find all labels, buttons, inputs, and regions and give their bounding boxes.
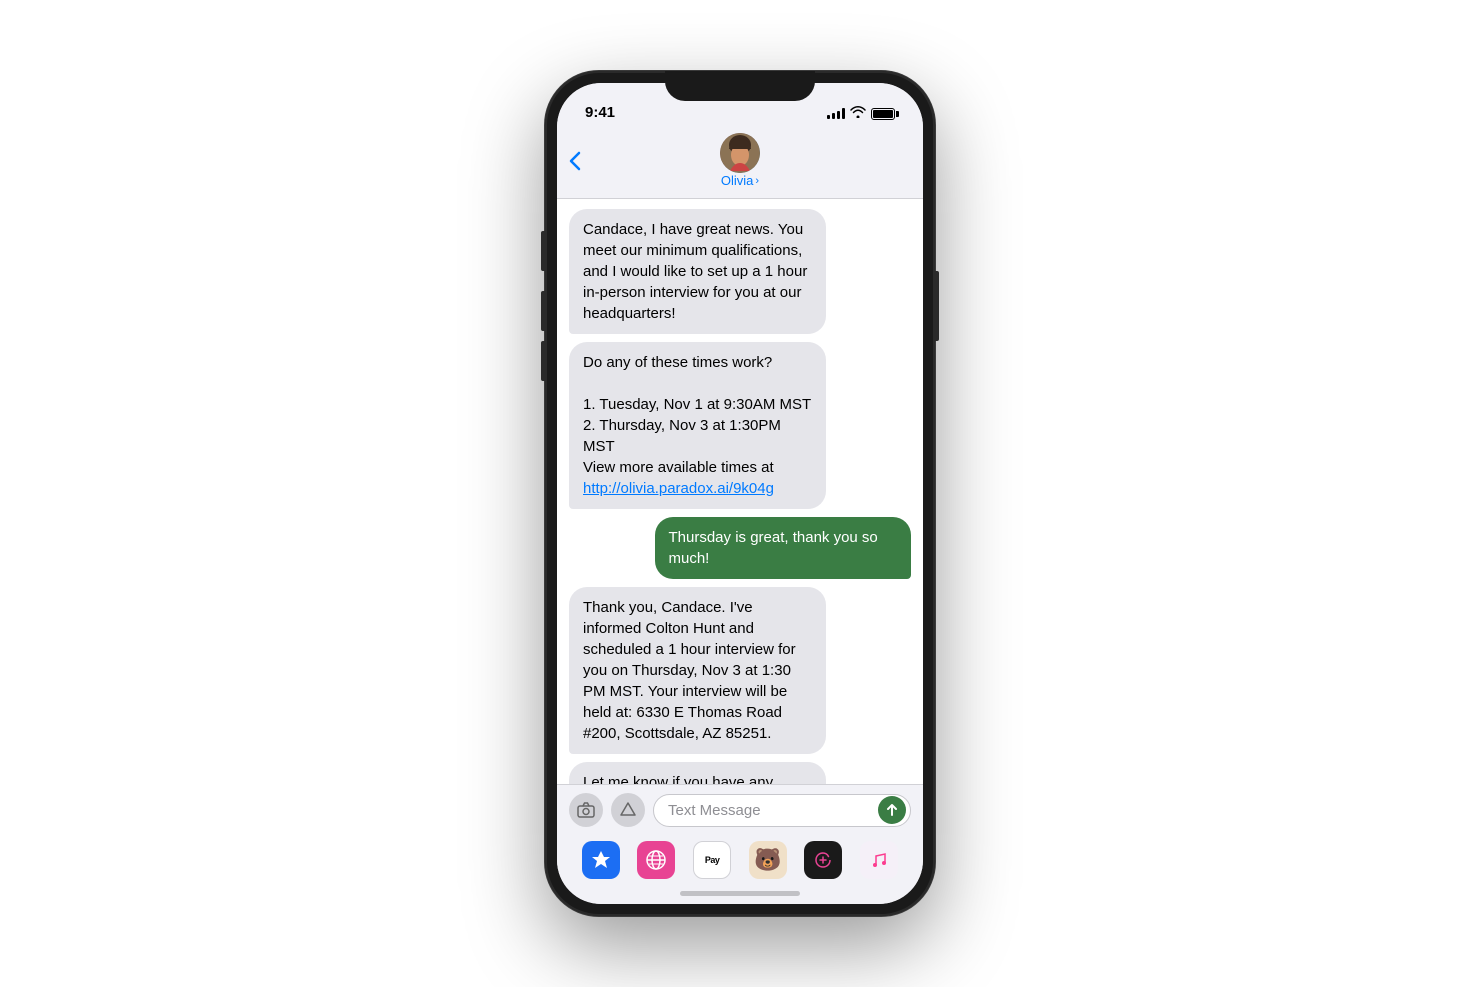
- status-icons: [827, 106, 895, 121]
- paradox-link[interactable]: http://olivia.paradox.ai/9k04g: [583, 480, 774, 497]
- text-input[interactable]: Text Message: [653, 794, 911, 827]
- battery-icon: [871, 108, 895, 120]
- phone-frame: 9:41: [545, 71, 935, 916]
- home-indicator: [557, 887, 923, 904]
- text-input-placeholder: Text Message: [668, 802, 761, 819]
- notch: [665, 71, 815, 101]
- apple-pay-icon[interactable]: Pay: [693, 841, 731, 879]
- phone-screen: 9:41: [557, 83, 923, 904]
- bottom-apps-bar: Pay 🐻: [557, 835, 923, 887]
- message-bubble-5: Let me know if you have any questions le…: [569, 762, 826, 784]
- camera-button[interactable]: [569, 793, 603, 827]
- contact-info[interactable]: Olivia ›: [720, 133, 760, 188]
- message-bubble-3: Thursday is great, thank you so much!: [655, 517, 912, 579]
- music-icon[interactable]: [860, 841, 898, 879]
- wifi-icon: [850, 106, 866, 121]
- status-time: 9:41: [585, 104, 615, 121]
- emoji-icon[interactable]: 🐻: [749, 841, 787, 879]
- message-bubble-4: Thank you, Candace. I've informed Colton…: [569, 587, 826, 754]
- app-store-icon[interactable]: [582, 841, 620, 879]
- contact-chevron: ›: [755, 175, 759, 187]
- messages-area: Candace, I have great news. You meet our…: [557, 199, 923, 784]
- input-area: Text Message: [557, 784, 923, 835]
- message-bubble-2: Do any of these times work?1. Tuesday, N…: [569, 342, 826, 509]
- message-bubble-1: Candace, I have great news. You meet our…: [569, 209, 826, 334]
- clips-icon[interactable]: [804, 841, 842, 879]
- home-bar: [680, 891, 800, 896]
- signal-icon: [827, 108, 845, 119]
- contact-avatar: [720, 133, 760, 173]
- apps-button[interactable]: [611, 793, 645, 827]
- back-button[interactable]: [569, 151, 581, 171]
- web-icon[interactable]: [637, 841, 675, 879]
- send-button[interactable]: [878, 796, 906, 824]
- chat-header: Olivia ›: [557, 127, 923, 199]
- contact-name[interactable]: Olivia ›: [721, 173, 759, 188]
